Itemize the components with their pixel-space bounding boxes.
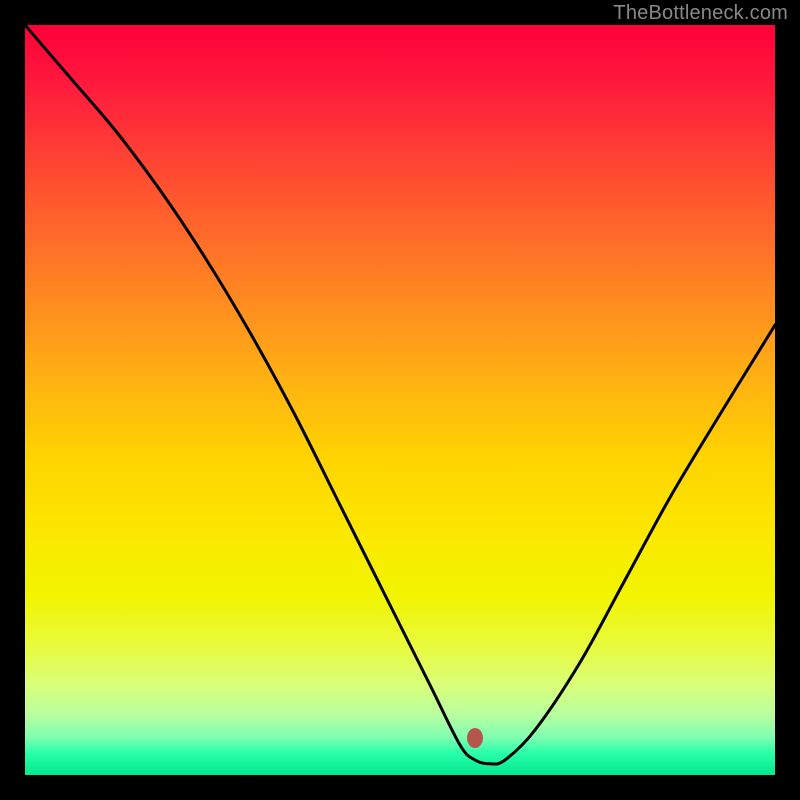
plot-area <box>25 25 775 775</box>
chart-frame: TheBottleneck.com <box>0 0 800 800</box>
bottleneck-curve <box>25 25 775 775</box>
optimal-point-marker <box>467 728 483 748</box>
watermark-text: TheBottleneck.com <box>613 2 788 25</box>
